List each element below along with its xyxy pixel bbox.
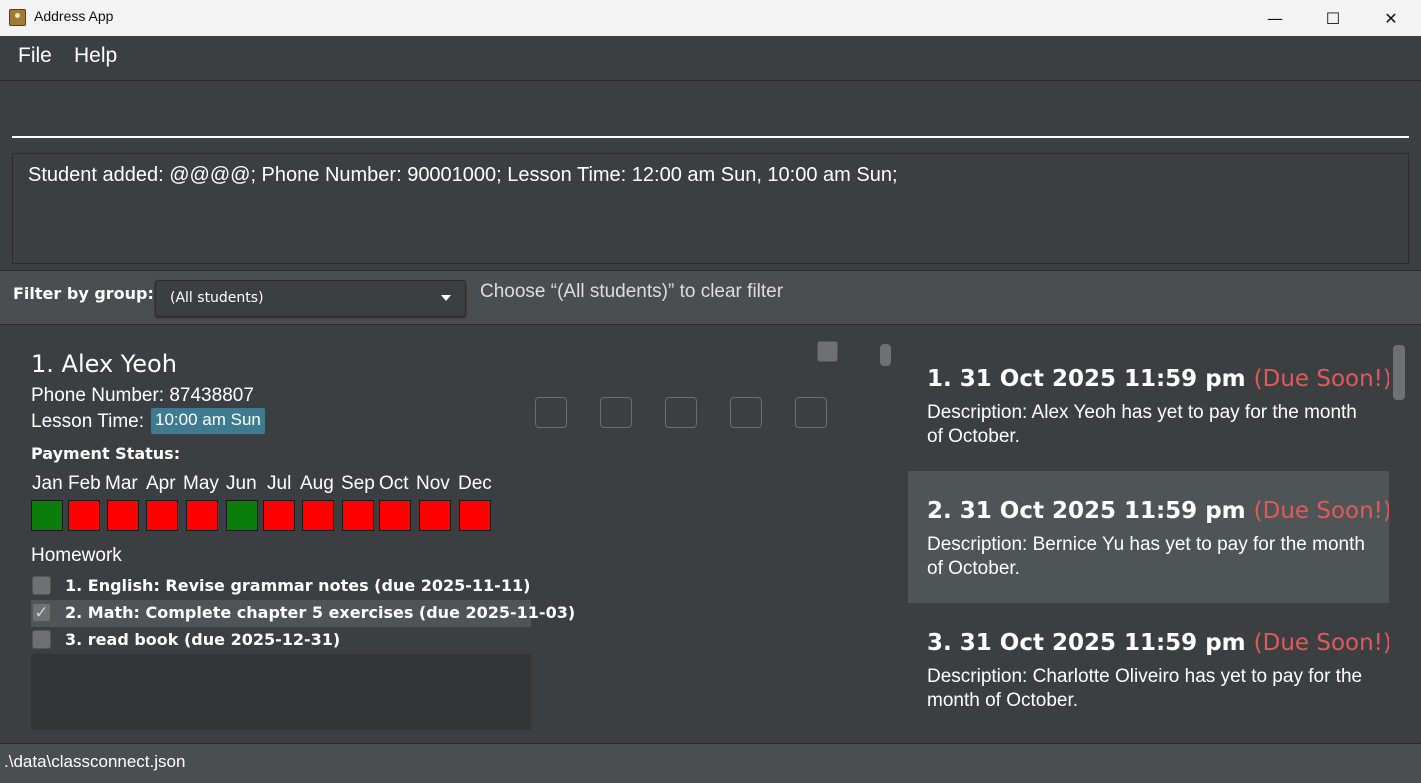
lesson-time-tag: 10:00 am Sun (151, 408, 265, 434)
student-list-scrollbar[interactable] (876, 339, 895, 730)
payment-box-jun (226, 500, 258, 531)
month-label-dec: Dec (458, 473, 492, 494)
student-name: 1. Alex Yeoh (31, 350, 177, 378)
due-soon-badge: (Due Soon!) (1253, 498, 1392, 524)
menu-bar (0, 36, 1421, 81)
reminder-title: 2. 31 Oct 2025 11:59 pm (Due Soon!) (927, 498, 1392, 524)
homework-item[interactable]: 1. English: Revise grammar notes (due 20… (31, 573, 531, 600)
homework-checkbox[interactable]: ✓ (32, 603, 51, 623)
reminder-description: Description: Bernice Yu has yet to pay f… (927, 534, 1365, 579)
reminder-card[interactable]: 2. 31 Oct 2025 11:59 pm (Due Soon!) Desc… (908, 471, 1392, 603)
group-checkbox[interactable] (795, 397, 827, 428)
month-label-apr: Apr (146, 473, 176, 494)
lesson-time-label: Lesson Time: (31, 411, 144, 432)
menu-file[interactable]: File (18, 44, 52, 68)
month-label-nov: Nov (416, 473, 450, 494)
due-soon-badge: (Due Soon!) (1253, 366, 1392, 392)
reminder-date: 1. 31 Oct 2025 11:59 pm (927, 366, 1246, 392)
payment-box-jan (31, 500, 63, 531)
close-button[interactable]: ✕ (1362, 0, 1420, 36)
homework-text: 2. Math: Complete chapter 5 exercises (d… (65, 603, 576, 622)
reminder-date: 3. 31 Oct 2025 11:59 pm (927, 630, 1246, 656)
month-label-mar: Mar (105, 473, 138, 494)
save-location: .\data\classconnect.json (4, 752, 186, 771)
result-display: Student added: @@@@; Phone Number: 90001… (12, 153, 1409, 264)
group-filter-value: (All students) (170, 290, 264, 306)
student-list-scroll-thumb[interactable] (880, 344, 891, 366)
payment-box-jul (263, 500, 295, 531)
reminder-title: 3. 31 Oct 2025 11:59 pm (Due Soon!) (927, 630, 1392, 656)
homework-item[interactable]: 3. read book (due 2025-12-31) (31, 627, 531, 654)
month-label-sep: Sep (341, 473, 375, 494)
student-select-checkbox[interactable] (817, 341, 838, 362)
filter-label: Filter by group: (13, 284, 154, 303)
homework-checkbox[interactable] (32, 576, 51, 595)
reminder-title: 1. 31 Oct 2025 11:59 pm (Due Soon!) (927, 366, 1392, 392)
payment-box-dec (459, 500, 491, 531)
payment-box-aug (302, 500, 334, 531)
reminder-description: Description: Charlotte Oliveiro has yet … (927, 666, 1363, 711)
homework-label: Homework (31, 545, 122, 566)
payment-box-may (186, 500, 218, 531)
month-label-jun: Jun (226, 473, 257, 494)
status-bar (0, 743, 1421, 783)
reminder-list-scroll-thumb[interactable] (1393, 345, 1405, 400)
month-label-jul: Jul (267, 473, 292, 494)
reminder-date: 2. 31 Oct 2025 11:59 pm (927, 498, 1246, 524)
homework-text: 3. read book (due 2025-12-31) (65, 630, 341, 649)
student-phone: Phone Number: 87438807 (31, 385, 254, 406)
payment-box-nov (419, 500, 451, 531)
homework-item[interactable]: ✓ 2. Math: Complete chapter 5 exercises … (31, 600, 575, 627)
group-checkbox[interactable] (535, 397, 567, 428)
payment-box-mar (107, 500, 139, 531)
reminder-card[interactable]: 3. 31 Oct 2025 11:59 pm (Due Soon!) Desc… (908, 603, 1392, 730)
payment-status-label: Payment Status: (31, 444, 181, 463)
group-checkbox[interactable] (730, 397, 762, 428)
reminder-description: Description: Alex Yeoh has yet to pay fo… (927, 402, 1357, 447)
filter-hint: Choose “(All students)” to clear filter (480, 281, 784, 302)
homework-text: 1. English: Revise grammar notes (due 20… (65, 576, 531, 595)
month-label-jan: Jan (32, 473, 63, 494)
window-title: Address App (34, 8, 114, 24)
payment-box-feb (68, 500, 100, 531)
due-soon-badge: (Due Soon!) (1253, 630, 1392, 656)
maximize-button[interactable]: ☐ (1304, 0, 1362, 36)
menu-help[interactable]: Help (74, 44, 117, 68)
minimize-button[interactable]: — (1246, 0, 1304, 36)
homework-checkbox[interactable] (32, 630, 51, 649)
title-bar (0, 0, 1421, 36)
group-checkbox[interactable] (600, 397, 632, 428)
payment-box-sep (342, 500, 374, 531)
month-label-aug: Aug (300, 473, 334, 494)
app-icon (9, 9, 26, 26)
command-input[interactable] (12, 82, 1409, 138)
month-label-may: May (183, 473, 219, 494)
month-label-feb: Feb (68, 473, 101, 494)
payment-box-oct (379, 500, 411, 531)
reminder-card[interactable]: 1. 31 Oct 2025 11:59 pm (Due Soon!) Desc… (908, 339, 1392, 471)
group-filter-dropdown[interactable]: (All students) (155, 280, 466, 317)
month-label-oct: Oct (379, 473, 409, 494)
homework-area (31, 654, 531, 730)
payment-box-apr (146, 500, 178, 531)
group-checkbox[interactable] (665, 397, 697, 428)
chevron-down-icon (441, 295, 451, 301)
